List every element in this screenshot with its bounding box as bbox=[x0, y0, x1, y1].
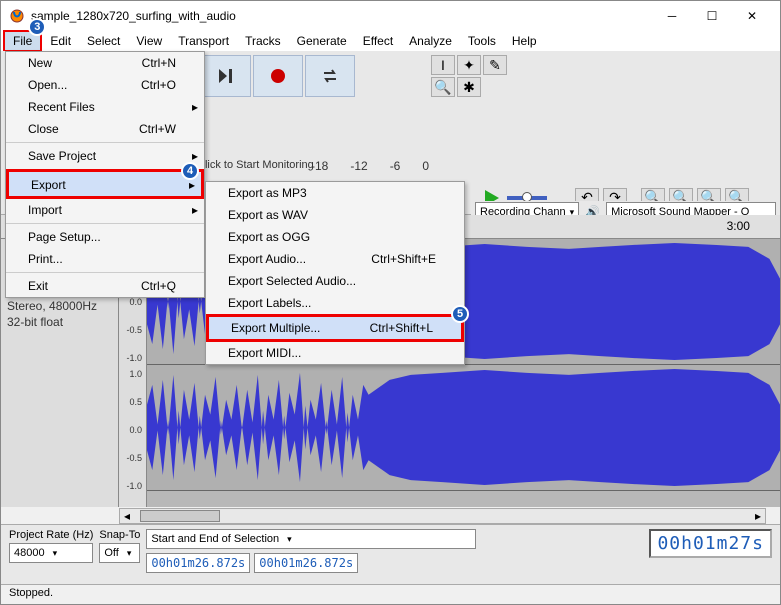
submenu-arrow-icon: ▸ bbox=[189, 178, 195, 192]
menu-item-export[interactable]: Export▸ 4 bbox=[6, 169, 204, 199]
scroll-right-icon[interactable]: ▸ bbox=[755, 509, 761, 523]
audio-position-display[interactable]: 00h01m27s bbox=[649, 529, 772, 558]
menu-item-print[interactable]: Print... bbox=[6, 248, 204, 270]
menu-item-export-mp3[interactable]: Export as MP3 bbox=[206, 182, 464, 204]
menu-item-close[interactable]: CloseCtrl+W bbox=[6, 118, 204, 140]
scroll-left-icon[interactable]: ◂ bbox=[124, 509, 130, 523]
menu-item-export-ogg[interactable]: Export as OGG bbox=[206, 226, 464, 248]
selection-end-time[interactable]: 00h01m26.872s bbox=[254, 553, 358, 573]
menu-file[interactable]: File 3 bbox=[3, 30, 42, 52]
submenu-arrow-icon: ▸ bbox=[192, 100, 198, 114]
menu-item-recent-files[interactable]: Recent Files▸ bbox=[6, 96, 204, 118]
project-rate-select[interactable]: 48000 bbox=[9, 543, 93, 563]
menu-item-import[interactable]: Import▸ bbox=[6, 199, 204, 221]
export-submenu: Export as MP3 Export as WAV Export as OG… bbox=[205, 181, 465, 365]
draw-tool-button[interactable]: ✎ bbox=[483, 55, 507, 75]
submenu-arrow-icon: ▸ bbox=[192, 149, 198, 163]
menu-item-page-setup[interactable]: Page Setup... bbox=[6, 223, 204, 248]
menu-tracks[interactable]: Tracks bbox=[237, 32, 289, 50]
record-button[interactable] bbox=[253, 55, 303, 97]
statusbar: Stopped. bbox=[1, 584, 780, 604]
menu-transport[interactable]: Transport bbox=[170, 32, 237, 50]
snap-to-label: Snap-To bbox=[99, 529, 140, 541]
menu-item-export-multiple[interactable]: Export Multiple...Ctrl+Shift+L 5 bbox=[206, 314, 464, 342]
track-format-info: Stereo, 48000Hz32-bit float bbox=[7, 299, 112, 330]
menu-item-new[interactable]: NewCtrl+N bbox=[6, 52, 204, 74]
menu-generate[interactable]: Generate bbox=[289, 32, 355, 50]
maximize-button[interactable]: ☐ bbox=[692, 4, 732, 28]
minimize-button[interactable]: ─ bbox=[652, 4, 692, 28]
db-scale: -18-12-60 bbox=[311, 159, 429, 173]
menu-analyze[interactable]: Analyze bbox=[401, 32, 460, 50]
menu-item-exit[interactable]: ExitCtrl+Q bbox=[6, 272, 204, 297]
waveform-right-channel bbox=[147, 365, 780, 491]
menu-item-export-midi[interactable]: Export MIDI... bbox=[206, 342, 464, 364]
app-logo-icon bbox=[9, 8, 25, 24]
menu-select[interactable]: Select bbox=[79, 32, 128, 50]
project-rate-label: Project Rate (Hz) bbox=[9, 529, 93, 541]
menu-view[interactable]: View bbox=[128, 32, 170, 50]
selection-toolbar: Project Rate (Hz) 48000 Snap-To Off Star… bbox=[1, 524, 780, 584]
menu-item-export-labels[interactable]: Export Labels... bbox=[206, 292, 464, 314]
menubar: File 3 Edit Select View Transport Tracks… bbox=[1, 31, 780, 51]
speed-slider[interactable] bbox=[507, 196, 547, 200]
timeshift-tool-button[interactable]: ✱ bbox=[457, 77, 481, 97]
zoom-tool-button[interactable]: 🔍 bbox=[431, 77, 455, 97]
menu-item-save-project[interactable]: Save Project▸ bbox=[6, 142, 204, 167]
horizontal-scrollbar[interactable]: ◂ ▸ bbox=[119, 508, 766, 524]
menu-effect[interactable]: Effect bbox=[355, 32, 401, 50]
record-icon bbox=[269, 67, 287, 85]
menu-tools[interactable]: Tools bbox=[460, 32, 504, 50]
skip-end-icon bbox=[217, 67, 235, 85]
loop-icon bbox=[321, 67, 339, 85]
submenu-arrow-icon: ▸ bbox=[192, 203, 198, 217]
scrollbar-thumb[interactable] bbox=[140, 510, 220, 522]
monitor-label[interactable]: Click to Start Monitoring bbox=[197, 159, 314, 171]
snap-to-select[interactable]: Off bbox=[99, 543, 140, 563]
file-dropdown-menu: NewCtrl+N Open...Ctrl+O Recent Files▸ Cl… bbox=[5, 51, 205, 298]
window-title: sample_1280x720_surfing_with_audio bbox=[31, 9, 652, 23]
envelope-tool-button[interactable]: ✦ bbox=[457, 55, 481, 75]
menu-item-export-selected[interactable]: Export Selected Audio... bbox=[206, 270, 464, 292]
close-button[interactable]: ✕ bbox=[732, 4, 772, 28]
menu-item-open[interactable]: Open...Ctrl+O bbox=[6, 74, 204, 96]
skip-end-button[interactable] bbox=[201, 55, 251, 97]
selection-format-select[interactable]: Start and End of Selection bbox=[146, 529, 476, 549]
selection-tool-button[interactable]: I bbox=[431, 55, 455, 75]
menu-edit[interactable]: Edit bbox=[42, 32, 79, 50]
loop-button[interactable] bbox=[305, 55, 355, 97]
titlebar: sample_1280x720_surfing_with_audio ─ ☐ ✕ bbox=[1, 1, 780, 31]
menu-item-export-wav[interactable]: Export as WAV bbox=[206, 204, 464, 226]
annotation-badge-5: 5 bbox=[451, 305, 469, 323]
selection-start-time[interactable]: 00h01m26.872s bbox=[146, 553, 250, 573]
menu-item-export-audio[interactable]: Export Audio...Ctrl+Shift+E bbox=[206, 248, 464, 270]
annotation-badge-4: 4 bbox=[181, 162, 199, 180]
menu-help[interactable]: Help bbox=[504, 32, 545, 50]
